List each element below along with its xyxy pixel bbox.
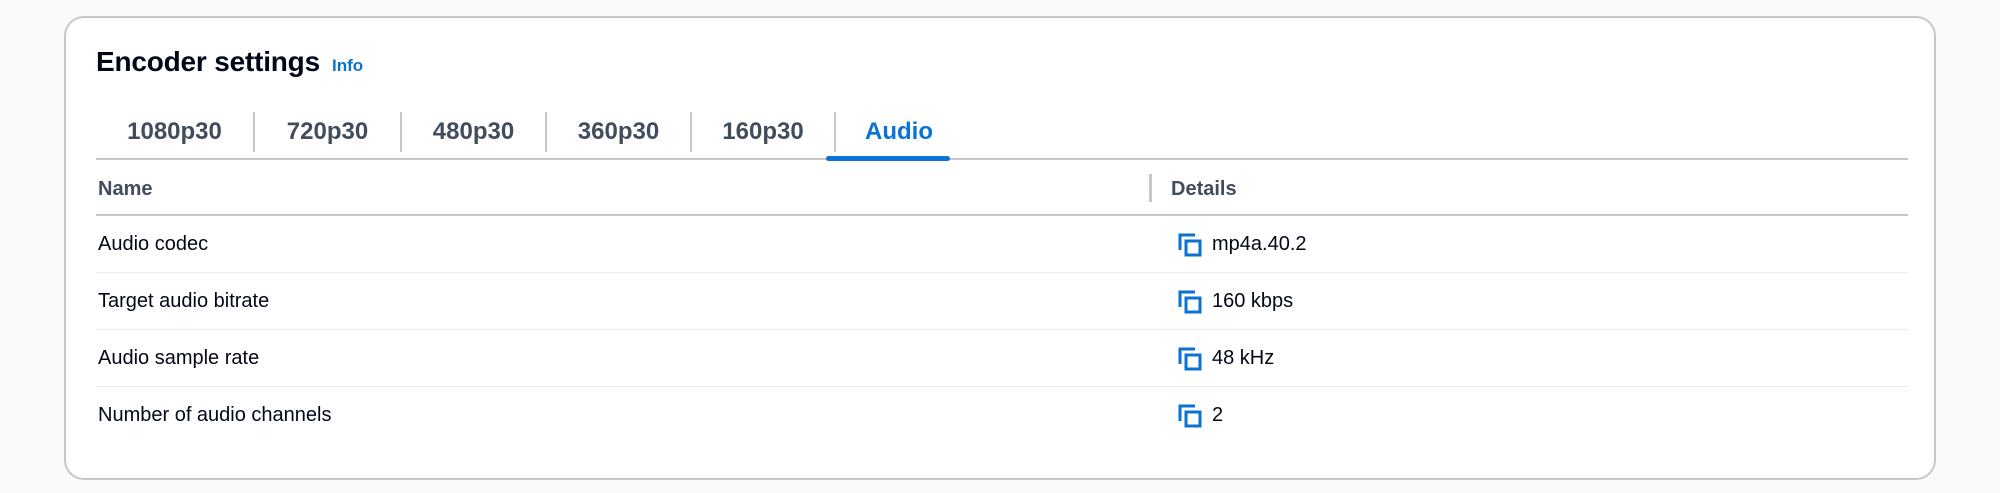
tab-360p30[interactable]: 360p30 xyxy=(547,104,690,160)
row-detail-value: mp4a.40.2 xyxy=(1212,233,1307,255)
tab-1080p30[interactable]: 1080p30 xyxy=(96,104,253,160)
info-link[interactable]: Info xyxy=(332,56,363,76)
table-header: Name Details xyxy=(96,162,1908,216)
column-header-details: Details xyxy=(1171,177,1237,200)
row-detail: 160 kbps xyxy=(1176,273,1293,330)
page-title: Encoder settings xyxy=(96,46,320,77)
tab-audio[interactable]: Audio xyxy=(836,104,962,160)
row-detail-value: 160 kbps xyxy=(1212,290,1294,312)
tab-list: 1080p30 720p30 480p30 360p30 160p30 Audi… xyxy=(96,104,1908,161)
copy-icon[interactable] xyxy=(1176,231,1204,259)
row-name: Number of audio channels xyxy=(98,404,332,426)
table-row: Number of audio channels 2 xyxy=(96,387,1908,444)
tab-480p30[interactable]: 480p30 xyxy=(402,104,545,160)
settings-table: Name Details Audio codec mp4a.40.2 Targe… xyxy=(96,162,1908,444)
tab-160p30[interactable]: 160p30 xyxy=(692,104,834,160)
panel-header: Encoder settings Info xyxy=(96,46,363,78)
encoder-settings-panel: Encoder settings Info 1080p30 720p30 480… xyxy=(64,16,1936,480)
active-tab-indicator xyxy=(826,156,950,161)
row-detail: mp4a.40.2 xyxy=(1176,216,1307,273)
row-name: Audio sample rate xyxy=(98,347,260,369)
row-name: Audio codec xyxy=(98,233,209,255)
copy-icon[interactable] xyxy=(1176,288,1204,316)
table-row: Audio sample rate 48 kHz xyxy=(96,330,1908,387)
row-name: Target audio bitrate xyxy=(98,290,270,312)
column-header-name: Name xyxy=(98,177,153,200)
row-detail: 48 kHz xyxy=(1176,330,1274,387)
row-detail-value: 2 xyxy=(1212,404,1224,426)
tab-720p30[interactable]: 720p30 xyxy=(255,104,400,160)
copy-icon[interactable] xyxy=(1176,345,1204,373)
table-row: Target audio bitrate 160 kbps xyxy=(96,273,1908,330)
row-detail-value: 48 kHz xyxy=(1212,347,1275,369)
table-row: Audio codec mp4a.40.2 xyxy=(96,216,1908,273)
row-detail: 2 xyxy=(1176,387,1223,444)
copy-icon[interactable] xyxy=(1176,402,1204,430)
column-resize-handle[interactable] xyxy=(1149,174,1152,202)
